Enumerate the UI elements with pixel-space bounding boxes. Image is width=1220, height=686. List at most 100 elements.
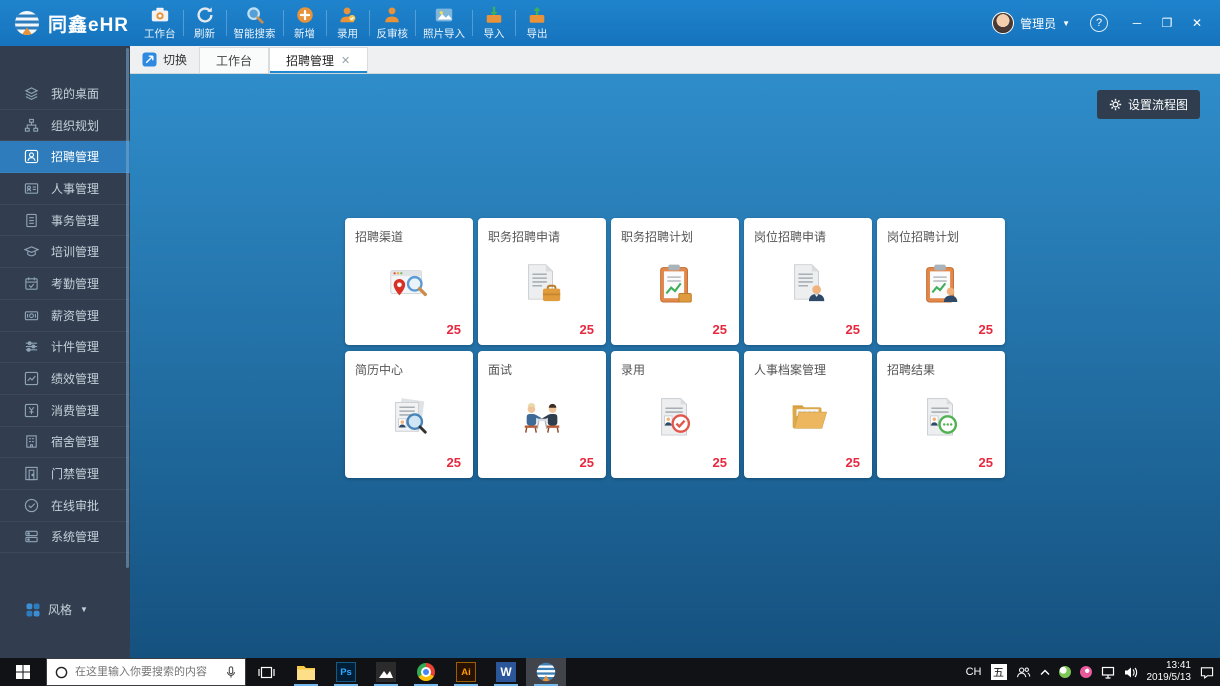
maximize-button[interactable]: ❐ bbox=[1152, 9, 1182, 37]
search-icon bbox=[245, 5, 265, 25]
main-content: 设置流程图 招聘渠道 25 职务招聘申请 bbox=[130, 74, 1220, 658]
desktop-layers-icon bbox=[24, 86, 39, 101]
card-recruitment-channel[interactable]: 招聘渠道 25 bbox=[345, 218, 473, 345]
task-view-button[interactable] bbox=[246, 658, 286, 686]
sidebar-item-recruitment[interactable]: 招聘管理 bbox=[0, 141, 130, 173]
sidebar-item-personnel[interactable]: 人事管理 bbox=[0, 173, 130, 205]
building-icon bbox=[24, 434, 39, 449]
style-switcher[interactable]: 风格 ▼ bbox=[26, 601, 88, 618]
photoshop-button[interactable]: Ps bbox=[326, 658, 366, 686]
card-job-recruit-plan[interactable]: 职务招聘计划 25 bbox=[611, 218, 739, 345]
sidebar-item-performance[interactable]: 绩效管理 bbox=[0, 363, 130, 395]
toolbar-separator bbox=[515, 10, 516, 36]
person-badge-icon bbox=[338, 5, 358, 25]
ime-mode-indicator[interactable]: 五 bbox=[991, 664, 1007, 680]
sidebar-item-piecework[interactable]: 计件管理 bbox=[0, 332, 130, 364]
toolbar-import-button[interactable]: 导入 bbox=[474, 0, 514, 46]
photos-button[interactable] bbox=[366, 658, 406, 686]
app-logo: 同鑫eHR bbox=[0, 10, 138, 37]
ime-language-indicator[interactable]: CH bbox=[966, 666, 982, 678]
toolbar-workbench-button[interactable]: 工作台 bbox=[138, 0, 182, 46]
sidebar-item-salary[interactable]: 薪资管理 bbox=[0, 300, 130, 332]
illustrator-icon: Ai bbox=[456, 662, 476, 682]
sidebar-item-dormitory[interactable]: 宿舍管理 bbox=[0, 427, 130, 459]
hidden-icons-chevron[interactable] bbox=[1040, 669, 1050, 676]
card-interview[interactable]: 面试 25 bbox=[478, 351, 606, 478]
org-chart-icon bbox=[24, 118, 39, 133]
tabbar: 切换 工作台 招聘管理 ✕ bbox=[130, 46, 1220, 74]
volume-icon[interactable] bbox=[1124, 666, 1138, 679]
photos-icon bbox=[376, 662, 396, 682]
toolbar-refresh-button[interactable]: 刷新 bbox=[185, 0, 225, 46]
minimize-button[interactable]: ─ bbox=[1122, 9, 1152, 37]
interview-icon bbox=[519, 393, 565, 439]
tab-workbench[interactable]: 工作台 bbox=[199, 47, 269, 73]
gear-icon bbox=[1109, 98, 1122, 111]
toolbar-photo-import-button[interactable]: 照片导入 bbox=[417, 0, 471, 46]
doc-briefcase-icon bbox=[519, 260, 565, 306]
set-flowchart-button[interactable]: 设置流程图 bbox=[1097, 90, 1200, 119]
search-input[interactable] bbox=[75, 666, 218, 678]
chrome-button[interactable] bbox=[406, 658, 446, 686]
card-count: 25 bbox=[447, 322, 461, 337]
card-post-recruit-request[interactable]: 岗位招聘申请 25 bbox=[744, 218, 872, 345]
toolbar-separator bbox=[472, 10, 473, 36]
windows-logo-icon bbox=[16, 665, 30, 679]
style-flower-icon bbox=[26, 603, 40, 617]
calendar-check-icon bbox=[24, 276, 39, 291]
card-post-recruit-plan[interactable]: 岗位招聘计划 25 bbox=[877, 218, 1005, 345]
system-tray: CH 五 bbox=[966, 658, 1220, 686]
taskbar-search[interactable] bbox=[46, 658, 246, 686]
people-icon[interactable] bbox=[1016, 666, 1031, 679]
toolbar-hire-button[interactable]: 录用 bbox=[328, 0, 368, 46]
card-recruit-result[interactable]: 招聘结果 25 bbox=[877, 351, 1005, 478]
toolbar-smart-search-button[interactable]: 智能搜索 bbox=[228, 0, 282, 46]
tray-app-pink-icon[interactable] bbox=[1080, 666, 1092, 678]
card-count: 25 bbox=[846, 455, 860, 470]
taskbar-clock[interactable]: 13:41 2019/5/13 bbox=[1147, 660, 1192, 685]
toolbar-add-button[interactable]: 新增 bbox=[285, 0, 325, 46]
microphone-icon[interactable] bbox=[225, 665, 237, 679]
switch-button[interactable]: 切换 bbox=[130, 46, 199, 73]
sidebar-scrollbar[interactable] bbox=[126, 48, 129, 568]
card-personnel-archive[interactable]: 人事档案管理 25 bbox=[744, 351, 872, 478]
card-resume-center[interactable]: 简历中心 25 bbox=[345, 351, 473, 478]
word-button[interactable]: W bbox=[486, 658, 526, 686]
network-icon[interactable] bbox=[1101, 666, 1115, 679]
tab-close-icon[interactable]: ✕ bbox=[340, 54, 351, 67]
illustrator-button[interactable]: Ai bbox=[446, 658, 486, 686]
sidebar-item-attendance[interactable]: 考勤管理 bbox=[0, 268, 130, 300]
camera-icon bbox=[150, 5, 170, 25]
tab-recruitment[interactable]: 招聘管理 ✕ bbox=[269, 47, 368, 73]
sidebar-item-online-approval[interactable]: 在线审批 bbox=[0, 490, 130, 522]
sidebar-item-my-desktop[interactable]: 我的桌面 bbox=[0, 78, 130, 110]
sidebar-item-system[interactable]: 系统管理 bbox=[0, 522, 130, 554]
close-button[interactable]: ✕ bbox=[1182, 9, 1212, 37]
refresh-icon bbox=[195, 5, 215, 25]
action-center-icon[interactable] bbox=[1200, 666, 1214, 679]
toolbar-unaudit-button[interactable]: 反审核 bbox=[371, 0, 415, 46]
card-job-recruit-request[interactable]: 职务招聘申请 25 bbox=[478, 218, 606, 345]
chevron-down-icon: ▼ bbox=[80, 605, 88, 614]
start-button[interactable] bbox=[0, 658, 46, 686]
sidebar-item-affairs[interactable]: 事务管理 bbox=[0, 205, 130, 237]
chevron-down-icon: ▼ bbox=[1062, 19, 1070, 28]
sidebar-item-training[interactable]: 培训管理 bbox=[0, 236, 130, 268]
ehr-app-button[interactable] bbox=[526, 658, 566, 686]
photo-icon bbox=[434, 5, 454, 25]
help-button[interactable]: ? bbox=[1090, 14, 1108, 32]
toolbar-separator bbox=[226, 10, 227, 36]
sidebar-item-access-control[interactable]: 门禁管理 bbox=[0, 458, 130, 490]
document-icon bbox=[24, 213, 39, 228]
user-menu[interactable]: 管理员 ▼ bbox=[986, 8, 1076, 38]
sliders-icon bbox=[24, 339, 39, 354]
graduation-icon bbox=[24, 244, 39, 259]
file-explorer-button[interactable] bbox=[286, 658, 326, 686]
card-count: 25 bbox=[447, 455, 461, 470]
card-hire[interactable]: 录用 25 bbox=[611, 351, 739, 478]
tray-app-green-icon[interactable] bbox=[1059, 666, 1071, 678]
sidebar-item-consumption[interactable]: 消费管理 bbox=[0, 395, 130, 427]
sidebar-item-org-planning[interactable]: 组织规划 bbox=[0, 110, 130, 142]
toolbar-export-button[interactable]: 导出 bbox=[517, 0, 557, 46]
card-count: 25 bbox=[713, 455, 727, 470]
